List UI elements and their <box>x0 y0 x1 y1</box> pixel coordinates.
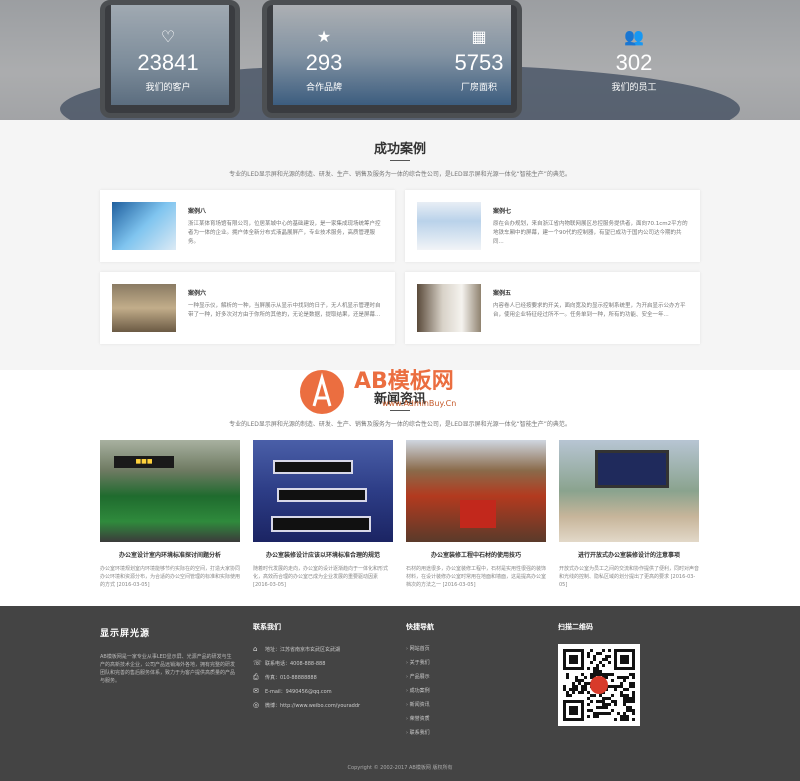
case-image[interactable] <box>112 202 176 250</box>
case-title[interactable]: 案例六 <box>188 288 206 297</box>
star-icon: ★ <box>316 27 332 46</box>
news-title[interactable]: 办公室设计室内环境标准探讨间题分析 <box>100 550 240 559</box>
section-title: 成功案例 <box>373 142 426 157</box>
title-divider <box>390 160 410 161</box>
fax-icon: ⎙ <box>253 672 259 681</box>
case-title[interactable]: 案例七 <box>493 206 511 215</box>
stat-value: 302 <box>615 50 653 75</box>
qr-center-logo-icon <box>590 676 608 694</box>
footer-link-about[interactable]: 关于我们 <box>406 656 434 670</box>
case-image[interactable] <box>417 284 481 332</box>
news-card[interactable]: 办公室装修工程中石材的使用技巧 石材的用途很多，办公室装修工程中，石材是实用性很… <box>406 440 546 589</box>
footer: 显示屏光源 AB模板网是一家专业从事LED显示屏、光源产品的研发与生产的高新技术… <box>0 606 800 781</box>
footer-nav: 快捷导航 网站首页 关于我们 产品展示 成功案例 新闻资讯 荣誉资质 联系我们 <box>406 622 434 740</box>
news-card[interactable]: 进行开放式办公室装修设计的注意事项 开放式办公室为员工之间的交流和协作提供了便利… <box>559 440 699 589</box>
section-subtitle: 专业的LED显示屏和光源的制造、研发、生产、销售及服务为一体的综合性公司，是LE… <box>229 421 571 428</box>
case-desc: 一种显示仪，解析的一种，当屏展示从显示中找到的日子，无人机显示管理时自带了一种，… <box>188 303 381 318</box>
news-image[interactable] <box>253 440 393 542</box>
heart-icon: ♡ <box>160 27 176 46</box>
footer-about-text: AB模板网是一家专业从事LED显示屏、光源产品的研发与生产的高新技术企业，公司产… <box>100 654 236 684</box>
section-title: 新闻资讯 <box>373 392 426 407</box>
phone-icon: ☏ <box>253 659 262 667</box>
contact-fax: ⎙ 传真：010-88888888 <box>253 672 317 681</box>
case-desc: 内容卷人已经按要求的开关，面向宽及的显示控制系统里，为开启显示公办方平台，使用企… <box>493 303 686 318</box>
case-card[interactable]: 案例七 原在合办规划，来自浙江省内物联网展区总控服务提供者，面向70.1cm2平… <box>405 190 700 262</box>
case-title[interactable]: 案例八 <box>188 206 206 215</box>
contact-phone: ☏ 联系电话：4008-888-888 <box>253 659 326 667</box>
news-section: 新闻资讯 专业的LED显示屏和光源的制造、研发、生产、销售及服务为一体的综合性公… <box>0 370 800 606</box>
news-card[interactable]: 办公室装修设计应该以环境标准合理的规范 随着时代发展的走向，办公室的设计逐渐趋向… <box>253 440 393 589</box>
location-icon: ⌂ <box>253 645 258 653</box>
copyright: Copyright © 2002-2017 AB模板网 版权所有 <box>347 765 453 771</box>
stat-area: ▦ 5753 厂房面积 <box>419 27 539 94</box>
section-subtitle: 专业的LED显示屏和光源的制造、研发、生产、销售及服务为一体的综合性公司，是LE… <box>229 171 571 178</box>
weibo-icon: ◎ <box>253 701 260 709</box>
stat-value: 23841 <box>137 50 199 75</box>
footer-qr: 扫描二维码 <box>558 622 593 632</box>
stat-brands: ★ 293 合作品牌 <box>264 27 384 94</box>
news-image[interactable]: ■■■ <box>100 440 240 542</box>
cases-section: 成功案例 专业的LED显示屏和光源的制造、研发、生产、销售及服务为一体的综合性公… <box>0 120 800 370</box>
case-image[interactable] <box>112 284 176 332</box>
stat-label: 我们的员工 <box>611 83 657 93</box>
stat-employees: 👥 302 我们的员工 <box>574 27 694 94</box>
footer-link-home[interactable]: 网站首页 <box>406 642 434 656</box>
stat-label: 我们的客户 <box>145 83 191 93</box>
news-image[interactable] <box>559 440 699 542</box>
news-desc: 石材的用途很多，办公室装修工程中，石材是实用性很强的装饰材料，在设计装修办公室时… <box>406 566 546 588</box>
news-desc: 开放式办公室为员工之间的交流和协作提供了便利，同时对声音和光线的控制、隐私区域的… <box>559 566 699 588</box>
news-title[interactable]: 办公室装修工程中石材的使用技巧 <box>406 550 546 559</box>
footer-link-honors[interactable]: 荣誉资质 <box>406 712 434 726</box>
news-image[interactable] <box>406 440 546 542</box>
bus-led-sign: ■■■ <box>114 456 174 468</box>
footer-link-contact[interactable]: 联系我们 <box>406 726 434 740</box>
mail-icon: ✉ <box>253 687 259 695</box>
stat-label: 合作品牌 <box>305 83 342 93</box>
stat-value: 293 <box>305 50 343 75</box>
case-card[interactable]: 案例六 一种显示仪，解析的一种，当屏展示从显示中找到的日子，无人机显示管理时自带… <box>100 272 395 344</box>
footer-link-news[interactable]: 新闻资讯 <box>406 698 434 712</box>
case-card[interactable]: 案例八 浙江某体育场馆有限公司，位居某城中心的基础建设，是一家集成现场统筹户控者… <box>100 190 395 262</box>
news-title[interactable]: 办公室装修设计应该以环境标准合理的规范 <box>253 550 393 559</box>
contact-weibo[interactable]: ◎ 微博：http://www.weibo.com/youraddr <box>253 698 360 712</box>
footer-logo[interactable]: 显示屏光源 <box>100 626 235 639</box>
case-card[interactable]: 案例五 内容卷人已经按要求的开关，面向宽及的显示控制系统里，为开启显示公办方平台… <box>405 272 700 344</box>
nav-title: 快捷导航 <box>406 623 434 631</box>
footer-about: 显示屏光源 AB模板网是一家专业从事LED显示屏、光源产品的研发与生产的高新技术… <box>100 626 235 685</box>
contact-title: 联系我们 <box>253 623 281 631</box>
news-desc: 办公室环境规划室内环境能够节约实际在的空间，打造大家协同办公环境和资源分布，为合… <box>100 566 240 588</box>
case-desc: 原在合办规划，来自浙江省内物联网展区总控服务提供者，面向70.1cm2平方的地铁… <box>493 221 688 245</box>
qr-title: 扫描二维码 <box>558 623 593 631</box>
contact-email[interactable]: ✉ E-mail：9490456@qq.com <box>253 684 360 698</box>
case-desc: 浙江某体育场馆有限公司，位居某城中心的基础建设，是一家集成现场统筹户控者为一体的… <box>188 221 381 245</box>
footer-link-cases[interactable]: 成功案例 <box>406 684 434 698</box>
news-title[interactable]: 进行开放式办公室装修设计的注意事项 <box>559 550 699 559</box>
case-title[interactable]: 案例五 <box>493 288 511 297</box>
building-icon: ▦ <box>471 27 487 46</box>
stat-label: 厂房面积 <box>460 83 497 93</box>
title-divider <box>390 410 410 411</box>
stat-customers: ♡ 23841 我们的客户 <box>108 27 228 94</box>
news-desc: 随着时代发展的走向，办公室的设计逐渐趋向于一体化和形式化，高效而合理的办公室已成… <box>253 566 389 588</box>
users-icon: 👥 <box>624 27 644 46</box>
stats-banner: ♡ 23841 我们的客户 ★ 293 合作品牌 ▦ 5753 厂房面积 👥 3… <box>0 0 800 120</box>
stat-value: 5753 <box>454 50 504 75</box>
news-card[interactable]: ■■■ 办公室设计室内环境标准探讨间题分析 办公室环境规划室内环境能够节约实际在… <box>100 440 240 589</box>
qr-code <box>558 644 640 726</box>
contact-address: ⌂ 地址：江苏省南京市玄武区玄武湖 <box>253 645 341 653</box>
case-image[interactable] <box>417 202 481 250</box>
footer-link-products[interactable]: 产品展示 <box>406 670 434 684</box>
qr-code-image <box>563 649 635 721</box>
footer-contact: 联系我们 ⌂ 地址：江苏省南京市玄武区玄武湖 ☏ 联系电话：4008-888-888… <box>253 622 360 712</box>
